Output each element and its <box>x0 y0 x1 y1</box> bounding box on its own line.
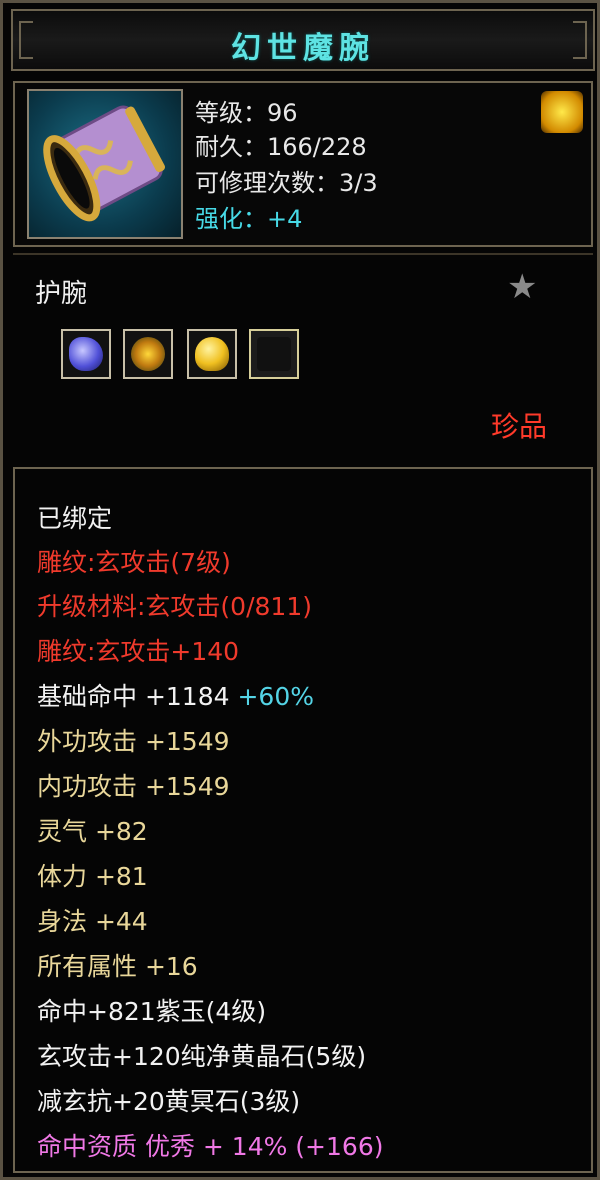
item-level: 等级：96 <box>195 99 298 127</box>
gold-dragon-icon <box>541 91 583 133</box>
title-bar: 幻世魔腕 <box>11 9 595 71</box>
purple-gem-icon <box>61 329 111 379</box>
agility-stat: 身法 +44 <box>37 907 148 936</box>
engrave-level: 雕纹:玄攻击(7级) <box>37 548 231 577</box>
yellow-crystal-gem-icon <box>187 329 237 379</box>
bracer-icon <box>27 89 183 239</box>
hit-quality: 命中资质 优秀 + 14% (+166) <box>37 1132 384 1161</box>
all-attributes: 所有属性 +16 <box>37 952 198 981</box>
base-hit-value: 基础命中 +1184 <box>37 682 230 711</box>
star-icon[interactable]: ★ <box>507 267 537 307</box>
attributes-box: 已绑定 雕纹:玄攻击(7级) 升级材料:玄攻击(0/811) 雕纹:玄攻击+14… <box>13 467 593 1173</box>
gem-bonus-2: 玄攻击+120纯净黄晶石(5级) <box>37 1042 367 1071</box>
item-enhance: 强化：+4 <box>195 205 303 233</box>
item-repair-count: 可修理次数：3/3 <box>195 169 378 197</box>
item-info-box: 等级：96 耐久：166/228 可修理次数：3/3 强化：+4 <box>13 81 593 247</box>
gem-bonus-3: 减玄抗+20黄冥石(3级) <box>37 1087 301 1116</box>
bound-status: 已绑定 <box>37 504 113 533</box>
stamina-stat: 体力 +81 <box>37 862 148 891</box>
gem-bonus-1: 命中+821紫玉(4级) <box>37 997 267 1026</box>
base-hit-percent: +60% <box>237 682 314 711</box>
empty-gem-socket <box>249 329 299 379</box>
item-name: 幻世魔腕 <box>231 31 375 66</box>
item-tooltip: 幻世魔腕 等级：96 耐久：166/228 可修理次数：3/3 强化：+4 护腕… <box>0 0 600 1180</box>
upgrade-material: 升级材料:玄攻击(0/811) <box>37 592 312 621</box>
item-durability: 耐久：166/228 <box>195 133 367 161</box>
rarity-label: 珍品 <box>491 410 548 443</box>
yellow-flower-gem-icon <box>123 329 173 379</box>
divider <box>13 253 593 255</box>
external-attack: 外功攻击 +1549 <box>37 727 230 756</box>
spirit-stat: 灵气 +82 <box>37 817 148 846</box>
engrave-bonus: 雕纹:玄攻击+140 <box>37 637 240 666</box>
internal-attack: 内功攻击 +1549 <box>37 772 230 801</box>
base-hit: 基础命中 +1184 +60% <box>37 677 314 713</box>
item-type: 护腕 <box>35 279 88 309</box>
